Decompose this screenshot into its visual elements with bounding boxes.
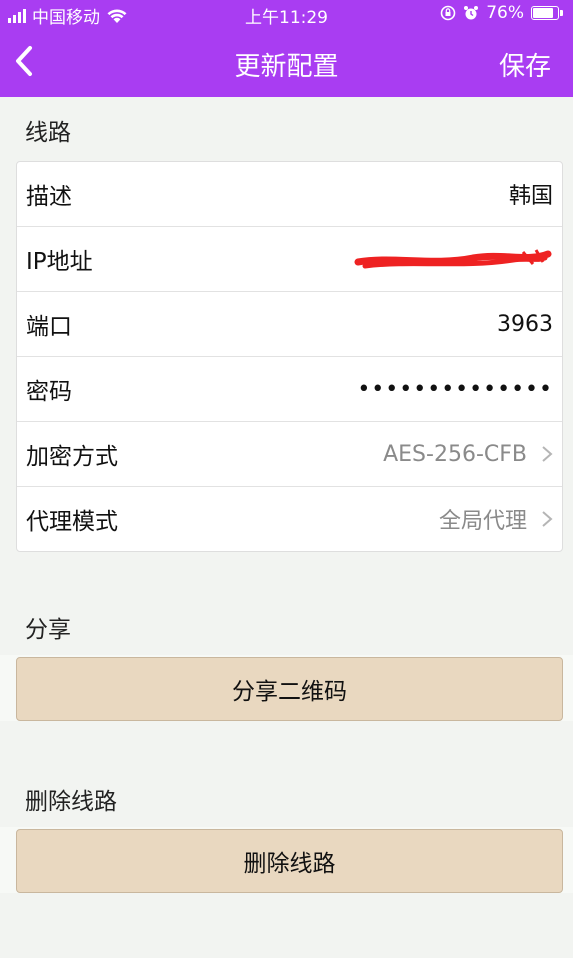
alarm-icon: [464, 6, 479, 20]
ip-address-label: IP地址: [26, 249, 93, 275]
description-value[interactable]: 韩国: [509, 178, 553, 210]
status-right: 76%: [440, 3, 563, 23]
row-encryption-method[interactable]: 加密方式 AES-256-CFB: [17, 422, 562, 487]
encryption-method-label: 加密方式: [26, 444, 118, 470]
share-section-title: 分享: [25, 617, 71, 643]
row-proxy-mode[interactable]: 代理模式 全局代理: [17, 487, 562, 551]
row-port[interactable]: 端口 3963: [17, 292, 562, 357]
proxy-mode-label: 代理模式: [26, 509, 118, 535]
chevron-right-icon: [542, 446, 553, 462]
share-qr-code-button[interactable]: 分享二维码: [16, 657, 563, 721]
redaction-scribble: [354, 249, 552, 269]
navigation-bar: 更新配置 保存: [0, 28, 573, 97]
status-bar: 中国移动 上午11:29 76%: [0, 0, 573, 28]
port-label: 端口: [26, 314, 72, 340]
password-value[interactable]: ••••••••••••••: [357, 377, 553, 402]
delete-section-title: 删除线路: [25, 789, 117, 815]
encryption-method-value: AES-256-CFB: [383, 441, 527, 467]
battery-percent: 76%: [486, 3, 524, 23]
proxy-mode-value: 全局代理: [438, 509, 527, 534]
page-title: 更新配置: [234, 52, 339, 82]
row-description[interactable]: 描述 韩国: [17, 162, 562, 227]
password-label: 密码: [26, 379, 72, 405]
top-bar: 中国移动 上午11:29 76% 更新配置 保存: [0, 0, 573, 97]
description-label: 描述: [26, 184, 72, 210]
port-value[interactable]: 3963: [497, 312, 553, 337]
line-settings-group: 描述 韩国 IP地址 端口 3963 密码 •••••••••••••• 加密方…: [16, 161, 563, 552]
delete-line-button[interactable]: 删除线路: [16, 829, 563, 893]
battery-icon: [531, 6, 563, 20]
chevron-right-icon: [542, 511, 553, 527]
line-section-title: 线路: [25, 120, 71, 146]
row-ip-address[interactable]: IP地址: [17, 227, 562, 292]
save-button[interactable]: 保存: [499, 46, 551, 83]
orientation-lock-icon: [440, 5, 456, 21]
row-password[interactable]: 密码 ••••••••••••••: [17, 357, 562, 422]
